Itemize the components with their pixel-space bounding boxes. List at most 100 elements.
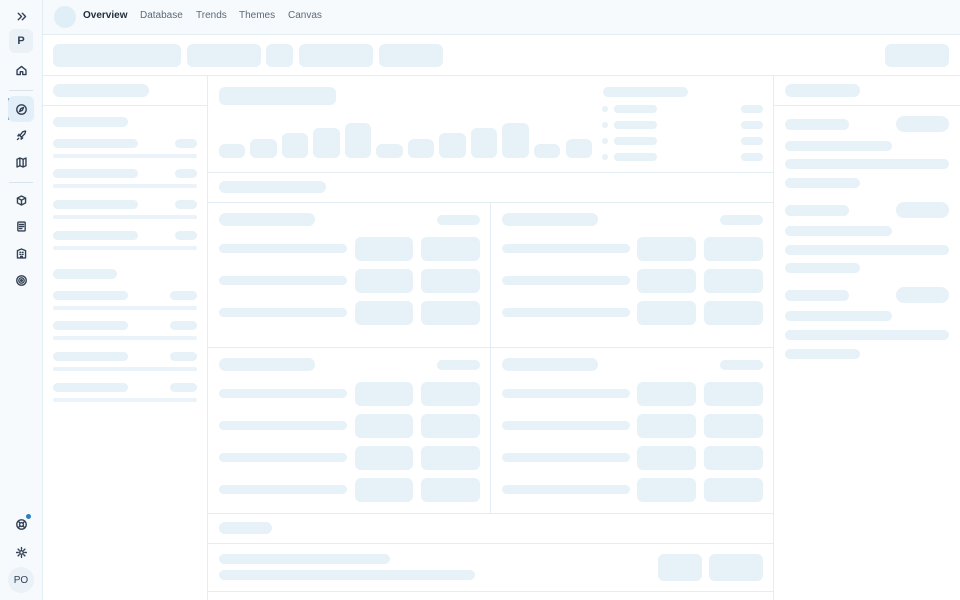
filter-count-skeleton	[170, 291, 197, 300]
row-value-skeleton	[355, 478, 413, 502]
compass-icon[interactable]	[8, 96, 34, 122]
toolbar-skeleton-filter	[187, 44, 261, 67]
row-value-skeleton	[421, 237, 480, 261]
row-label-skeleton	[219, 308, 347, 317]
filter-count-skeleton	[175, 200, 197, 209]
row-value-skeleton	[355, 382, 413, 406]
row-label-skeleton	[502, 389, 630, 398]
panel-title-skeleton	[53, 84, 149, 97]
user-avatar[interactable]: PO	[8, 567, 34, 593]
row-value-skeleton	[704, 414, 763, 438]
panel-divider	[490, 202, 491, 513]
bar-skeleton	[471, 128, 497, 158]
cube-icon[interactable]	[8, 187, 34, 213]
bar-skeleton	[502, 123, 529, 158]
row-label-skeleton	[219, 485, 347, 494]
filter-count-skeleton	[170, 352, 197, 361]
group-title-skeleton	[53, 269, 117, 279]
bar-skeleton	[376, 144, 403, 158]
bar-skeleton	[282, 133, 308, 158]
filter-bar-skeleton	[53, 184, 197, 188]
card-meta-skeleton	[720, 360, 763, 370]
row-value-skeleton	[355, 269, 413, 293]
tab-canvas[interactable]: Canvas	[288, 10, 322, 21]
toolbar-skeleton-filter	[266, 44, 293, 67]
panel-divider	[207, 172, 773, 173]
row-action-skeleton	[709, 554, 763, 581]
row-value-skeleton	[355, 237, 413, 261]
gear-icon[interactable]	[8, 539, 34, 565]
row-value-skeleton	[421, 446, 480, 470]
item-line-skeleton	[785, 245, 949, 255]
bar-skeleton	[439, 133, 466, 158]
row-label-skeleton	[502, 421, 630, 430]
item-badge-skeleton	[896, 202, 949, 218]
target-icon[interactable]	[8, 267, 34, 293]
filter-bar-skeleton	[53, 306, 197, 310]
document-icon[interactable]	[8, 213, 34, 239]
rocket-icon[interactable]	[8, 122, 34, 148]
item-title-skeleton	[785, 205, 849, 216]
filter-count-skeleton	[175, 139, 197, 148]
filter-count-skeleton	[175, 231, 197, 240]
filter-bar-skeleton	[53, 398, 197, 402]
filter-label-skeleton	[53, 352, 128, 361]
item-badge-skeleton	[896, 287, 949, 303]
row-label-skeleton	[219, 244, 347, 253]
map-icon[interactable]	[8, 149, 34, 175]
row-value-skeleton	[421, 478, 480, 502]
toolbar-skeleton-filter	[379, 44, 443, 67]
row-value-skeleton	[421, 382, 480, 406]
filter-bar-skeleton	[53, 246, 197, 250]
expand-icon[interactable]	[8, 3, 34, 29]
row-value-skeleton	[355, 414, 413, 438]
bar-skeleton	[408, 139, 434, 158]
row-label-skeleton	[219, 554, 390, 564]
tab-overview[interactable]: Overview	[83, 10, 127, 21]
card-title-skeleton	[219, 358, 315, 371]
building-icon[interactable]	[8, 240, 34, 266]
row-label-skeleton	[502, 453, 630, 462]
card-meta-skeleton	[437, 215, 480, 225]
tab-database[interactable]: Database	[140, 10, 183, 21]
filter-label-skeleton	[53, 200, 138, 209]
row-label-skeleton	[219, 570, 475, 580]
row-label-skeleton	[219, 389, 347, 398]
panel-title-skeleton	[785, 84, 860, 97]
panel-divider	[43, 105, 207, 106]
home-icon[interactable]	[8, 57, 34, 83]
row-value-skeleton	[704, 382, 763, 406]
tab-themes[interactable]: Themes	[239, 10, 275, 21]
filter-count-skeleton	[170, 321, 197, 330]
row-value-skeleton	[637, 446, 696, 470]
row-value-skeleton	[704, 446, 763, 470]
row-value-skeleton	[704, 478, 763, 502]
row-value-skeleton	[355, 301, 413, 325]
rail-divider	[9, 90, 33, 91]
row-value-skeleton	[637, 269, 696, 293]
legend-label-skeleton	[614, 105, 657, 113]
panel-divider	[207, 76, 208, 600]
item-title-skeleton	[785, 119, 849, 130]
legend-dot-skeleton	[602, 106, 608, 112]
support-icon[interactable]	[8, 511, 34, 537]
item-line-skeleton	[785, 141, 892, 151]
notification-dot	[26, 514, 31, 519]
panel-divider	[207, 543, 773, 544]
row-value-skeleton	[704, 269, 763, 293]
row-value-skeleton	[637, 301, 696, 325]
section-title-skeleton	[219, 522, 272, 534]
item-line-skeleton	[785, 226, 892, 236]
item-line-skeleton	[785, 311, 892, 321]
card-meta-skeleton	[720, 215, 763, 225]
row-label-skeleton	[219, 421, 347, 430]
bar-skeleton	[566, 139, 592, 158]
panel-divider	[773, 105, 960, 106]
workspace-badge[interactable]: P	[9, 29, 33, 53]
project-avatar[interactable]	[54, 6, 76, 28]
item-title-skeleton	[785, 290, 849, 301]
row-label-skeleton	[219, 276, 347, 285]
item-line-skeleton	[785, 263, 860, 273]
tab-trends[interactable]: Trends	[196, 10, 227, 21]
card-meta-skeleton	[437, 360, 480, 370]
